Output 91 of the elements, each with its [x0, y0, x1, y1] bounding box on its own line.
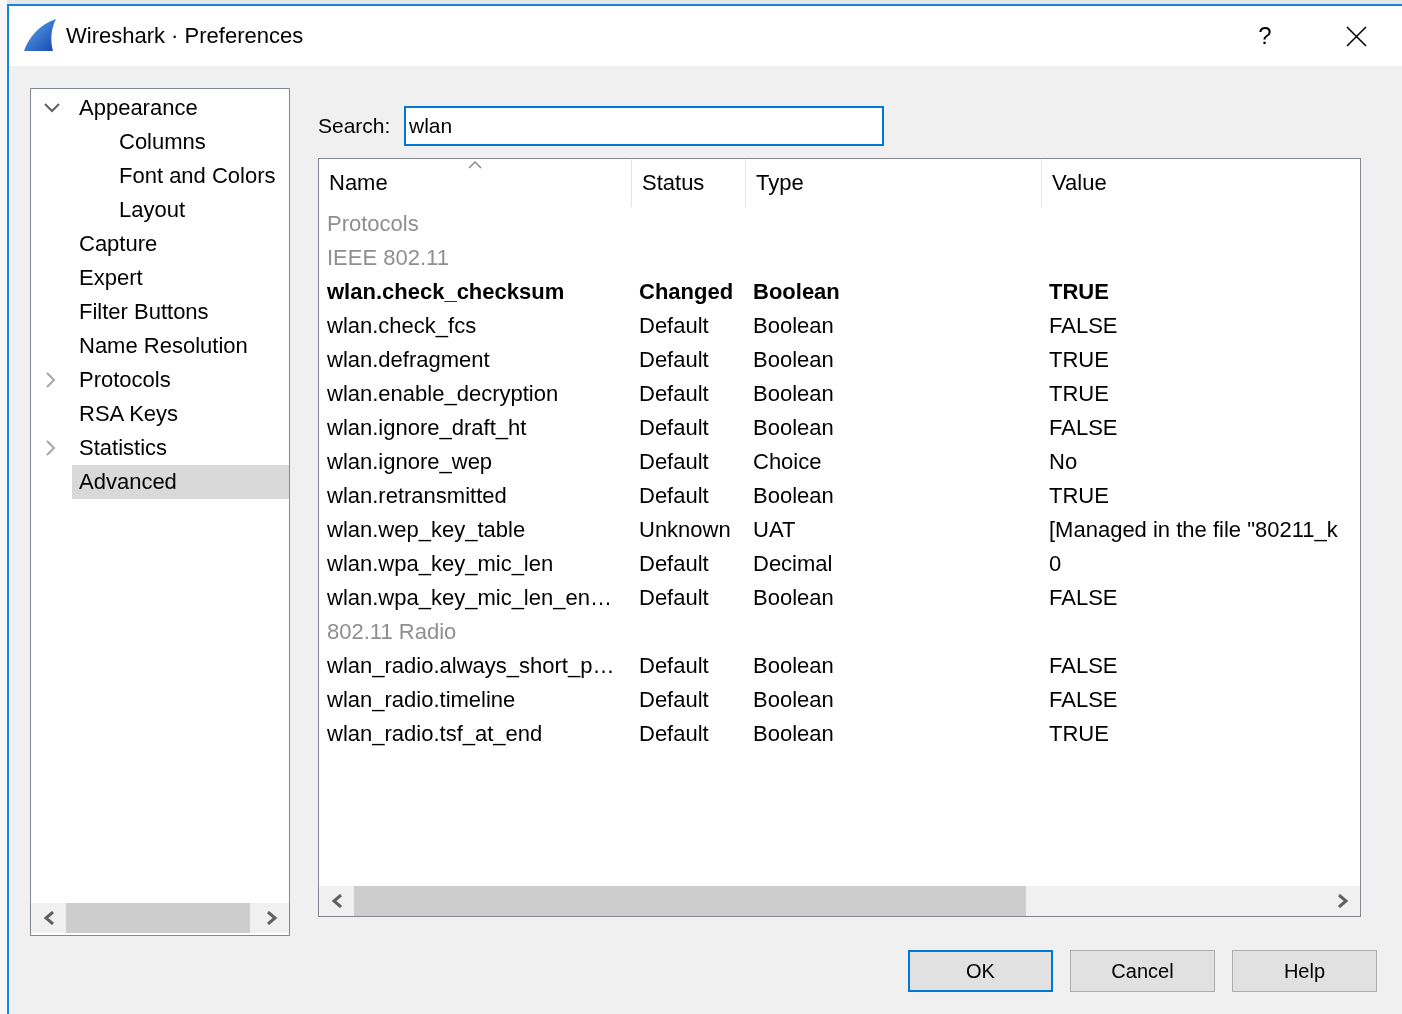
table-cell-text: Default [638, 312, 710, 340]
dialog-button[interactable]: Cancel [1070, 950, 1215, 992]
table-cell-text: Default [638, 550, 710, 578]
chevron-left-icon[interactable] [330, 894, 343, 908]
table-cell-text: FALSE [1048, 414, 1119, 442]
table-cell-text: TRUE [1048, 278, 1110, 306]
table-cell-text: Default [638, 448, 710, 476]
table-cell-text: TRUE [1048, 482, 1110, 510]
table-cell-text: Default [638, 720, 710, 748]
table-cell-text: Boolean [752, 482, 835, 510]
tree-item[interactable]: Statistics [72, 431, 289, 465]
table-cell-text: FALSE [1048, 652, 1119, 680]
close-icon[interactable] [1345, 25, 1367, 47]
table-cell-text: TRUE [1048, 346, 1110, 374]
chevron-right-icon[interactable] [46, 440, 56, 456]
table-cell-text: Boolean [752, 414, 835, 442]
chevron-right-icon[interactable] [1336, 894, 1349, 908]
table-cell-text: TRUE [1048, 380, 1110, 408]
table-cell-text: wlan.ignore_wep [326, 448, 494, 476]
table-cell-text: TRUE [1048, 720, 1110, 748]
scrollbar-thumb[interactable] [354, 886, 1026, 916]
tree-item[interactable]: Advanced [72, 465, 289, 499]
table-cell-text: wlan.check_fcs [326, 312, 478, 340]
table-cell-text: UAT [752, 516, 797, 544]
table-cell-text: wlan.enable_decryption [326, 380, 560, 408]
table-cell-text: Default [638, 414, 710, 442]
group-label: IEEE 802.11 [326, 244, 450, 272]
table-cell-text: Decimal [752, 550, 834, 578]
table-cell-text: FALSE [1048, 312, 1119, 340]
table-cell-text: wlan_radio.always_short_p… [326, 652, 616, 680]
tree-item[interactable]: Layout [112, 193, 289, 227]
chevron-right-icon[interactable] [46, 372, 56, 388]
table-cell-text: Boolean [752, 346, 835, 374]
table-cell-text: wlan_radio.tsf_at_end [326, 720, 544, 748]
help-button[interactable]: ? [1220, 6, 1310, 66]
shark-fin-icon [24, 19, 56, 51]
table-cell-text: Default [638, 380, 710, 408]
dialog-button[interactable]: OK [908, 950, 1053, 992]
table-cell-text: wlan.wpa_key_mic_len_en… [326, 584, 613, 612]
table-cell-text: wlan.wpa_key_mic_len [326, 550, 555, 578]
dialog-button[interactable]: Help [1232, 950, 1377, 992]
horizontal-scrollbar[interactable] [31, 903, 289, 933]
column-header[interactable]: Type [745, 159, 1041, 207]
table-cell-text: wlan_radio.timeline [326, 686, 517, 714]
table-cell-text: Unknown [638, 516, 732, 544]
horizontal-scrollbar[interactable] [319, 886, 1360, 916]
search-label: Search: [318, 114, 392, 138]
table-cell-text: Boolean [752, 584, 835, 612]
table-cell-text: wlan.wep_key_table [326, 516, 527, 544]
search-field[interactable]: wlan [404, 106, 884, 146]
tree-item[interactable]: Capture [72, 227, 289, 261]
table-cell-text: Changed [638, 278, 735, 306]
tree-item[interactable]: Expert [72, 261, 289, 295]
window-title: Wireshark · Preferences [66, 23, 304, 49]
table-cell-text: wlan.check_checksum [326, 278, 566, 306]
chevron-right-icon[interactable] [265, 911, 278, 925]
table-cell-text: FALSE [1048, 686, 1119, 714]
table-cell-text: [Managed in the file "80211_k [1048, 516, 1339, 544]
table-cell-text: FALSE [1048, 584, 1119, 612]
tree-item[interactable]: Columns [112, 125, 289, 159]
table-cell-text: Boolean [752, 278, 841, 306]
table-cell-text: wlan.ignore_draft_ht [326, 414, 528, 442]
table-cell-text: Default [638, 482, 710, 510]
group-label: Protocols [326, 210, 420, 238]
chevron-down-icon[interactable] [44, 103, 60, 113]
tree-item[interactable]: RSA Keys [72, 397, 289, 431]
table-cell-text: Boolean [752, 380, 835, 408]
tree-item[interactable]: Name Resolution [72, 329, 289, 363]
table-cell-text: Default [638, 686, 710, 714]
column-header[interactable]: Value [1041, 159, 1360, 207]
group-label: 802.11 Radio [326, 618, 458, 646]
table-cell-text: Default [638, 652, 710, 680]
table-cell-text: Boolean [752, 686, 835, 714]
tree-item[interactable]: Font and Colors [112, 159, 289, 193]
column-header[interactable]: Status [631, 159, 745, 207]
table-cell-text: Choice [752, 448, 823, 476]
table-cell-text: 0 [1048, 550, 1063, 578]
chevron-left-icon[interactable] [42, 911, 55, 925]
table-cell-text: Default [638, 346, 710, 374]
tree-item[interactable]: Appearance [72, 91, 289, 125]
scrollbar-thumb[interactable] [66, 903, 250, 933]
column-header[interactable]: Name [319, 159, 631, 209]
table-cell-text: Boolean [752, 312, 835, 340]
table-cell-text: Boolean [752, 720, 835, 748]
tree-item[interactable]: Filter Buttons [72, 295, 289, 329]
table-cell-text: Boolean [752, 652, 835, 680]
table-cell-text: No [1048, 448, 1079, 476]
table-cell-text: wlan.defragment [326, 346, 491, 374]
tree-item[interactable]: Protocols [72, 363, 289, 397]
table-cell-text: wlan.retransmitted [326, 482, 508, 510]
table-cell-text: Default [638, 584, 710, 612]
